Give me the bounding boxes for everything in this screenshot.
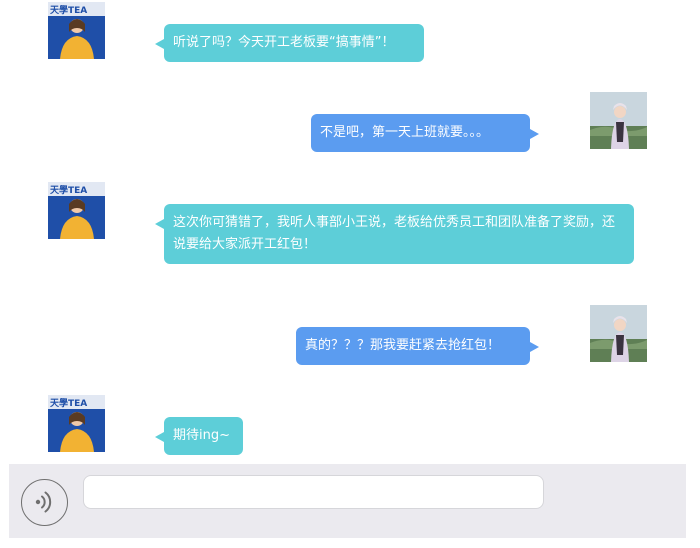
avatar-banner-text: 天學TEA: [50, 4, 87, 16]
my-avatar[interactable]: [590, 92, 647, 149]
colleague-avatar[interactable]: 天學TEA: [48, 2, 105, 59]
message-input[interactable]: [83, 475, 544, 509]
colleague-avatar[interactable]: 天學TEA: [48, 395, 105, 452]
message-bubble-1: 听说了吗？今天开工老板要“搞事情”！: [155, 24, 424, 62]
message-bubble-2: 不是吧，第一天上班就要。。。: [311, 114, 539, 152]
chat-screen: 天學TEA 听说了吗？今天开工老板要“搞事情”！ 不是吧，第一天上班就要。。。 …: [0, 0, 700, 548]
my-avatar[interactable]: [590, 305, 647, 362]
message-bubble-3: 这次你可猜错了，我听人事部小王说，老板给优秀员工和团队准备了奖励，还说要给大家派…: [155, 204, 634, 264]
colleague-avatar[interactable]: 天學TEA: [48, 182, 105, 239]
voice-button[interactable]: [21, 479, 68, 526]
avatar-banner-text: 天學TEA: [50, 397, 87, 409]
message-bubble-5: 期待ing~: [155, 417, 243, 455]
input-bar: [9, 464, 686, 538]
avatar-banner-text: 天學TEA: [50, 184, 87, 196]
message-bubble-4: 真的？？？那我要赶紧去抢红包！: [296, 327, 539, 365]
voice-icon: [35, 491, 52, 513]
